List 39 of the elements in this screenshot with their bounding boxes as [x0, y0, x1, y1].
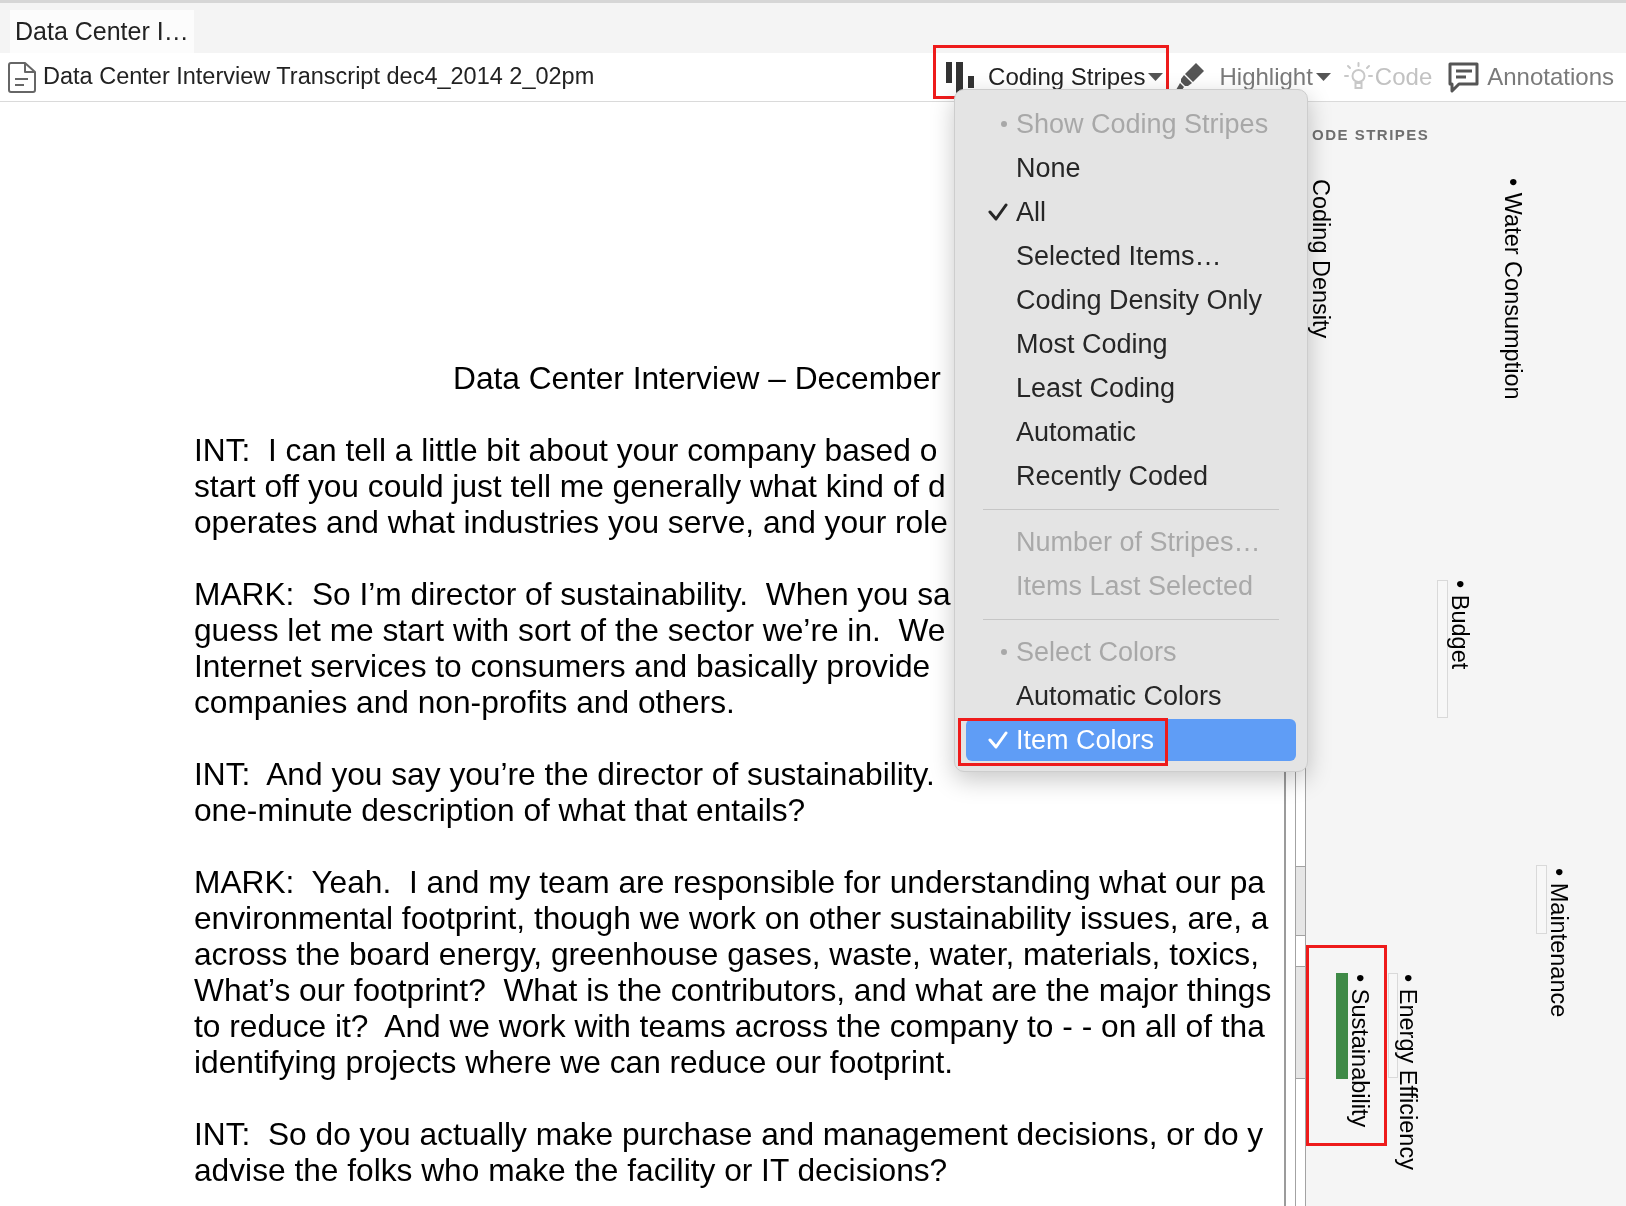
transcript-paragraph: INT: So do you actually make purchase and management decisions, or do y advise the folks who make the facility or IT decisions? [194, 1116, 1264, 1188]
document-title: Data Center Interview Transcript dec4_2014 2_02pm [43, 62, 595, 92]
coding-stripe [1536, 865, 1547, 934]
menu-item[interactable]: Automatic [966, 411, 1296, 453]
menu-item[interactable]: None [966, 147, 1296, 189]
stripe-label: • Energy Efficiency [1395, 974, 1421, 1170]
menu-item[interactable]: All [966, 191, 1296, 233]
stripe-label: • Budget [1447, 580, 1473, 670]
menu-section-label: Show Coding Stripes [1016, 107, 1269, 141]
document-tab[interactable]: Data Center I… [10, 10, 194, 53]
panel-heading: ODE STRIPES [1312, 126, 1430, 144]
toolbar-button[interactable]: Annotations [1448, 57, 1614, 97]
highlighter-icon [1175, 62, 1206, 92]
stripe-label: • Maintenance [1546, 868, 1572, 1018]
transcript-paragraph: MARK: So I’m director of sustainability. When you sa guess let me start with sort of the sector we’re in. We Internet services to consumers and basically provide companies and non-profits and others. [194, 576, 951, 720]
vertical-bars-icon [946, 61, 975, 93]
menu-item[interactable]: Automatic Colors [966, 675, 1296, 717]
lightbulb-icon [1343, 62, 1373, 92]
menu-item[interactable]: Selected Items… [966, 235, 1296, 277]
transcript-paragraph: INT: I can tell a little bit about your company based o start off you could just tell me generally what kind of d operates and what industries you serve, and your role [194, 432, 948, 540]
transcript-paragraph: MARK: Yeah. I and my team are responsible for understanding what our pa environmental footprint, though we work on other sustainability issues, are, a across the board energy, greenhouse gases, waste, water, materials, toxics, What’s our footprint? What is the contributors, and what are the major things to reduce it? And we work with teams across the company to - - on all of tha identifying projects where we can reduce our footprint. [194, 864, 1272, 1080]
caret-icon [1148, 73, 1164, 81]
menu-section-label: Select Colors [1016, 635, 1177, 669]
menu-item[interactable]: Most Coding [966, 323, 1296, 365]
menu-item[interactable]: Recently Coded [966, 455, 1296, 497]
caret-icon [1315, 73, 1331, 81]
stripe-label: • Water Consumption [1500, 178, 1526, 400]
speech-bubble-icon [1448, 61, 1480, 93]
transcript-paragraph: INT: And you say you’re the director of sustainability. one-minute description of what that entails? [194, 756, 935, 828]
toolbar-button[interactable]: Highlight [1175, 57, 1331, 97]
stripe-label: • Sustainability [1347, 974, 1373, 1128]
toolbar-button[interactable]: Coding Stripes [940, 57, 1166, 97]
bullet-icon [1001, 121, 1007, 127]
menu-item[interactable]: Least Coding [966, 367, 1296, 409]
menu-item[interactable]: Coding Density Only [966, 279, 1296, 321]
density-label: Coding Density [1308, 179, 1334, 339]
bullet-icon [1001, 649, 1007, 655]
document-icon [8, 61, 36, 93]
document-heading: Data Center Interview – December [453, 360, 941, 396]
